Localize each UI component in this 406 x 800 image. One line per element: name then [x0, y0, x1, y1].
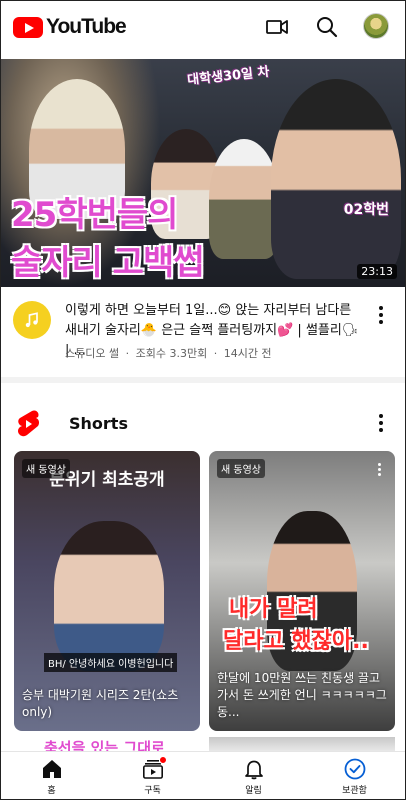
search-icon[interactable]	[315, 15, 339, 39]
notification-dot	[158, 756, 167, 764]
short-overlay-chip: BH/ 안녕하세요 이병헌입니다	[44, 653, 178, 672]
library-icon	[344, 758, 365, 780]
nav-home[interactable]: 홈	[1, 752, 102, 799]
bell-icon	[244, 760, 263, 780]
youtube-logo[interactable]: YouTube	[13, 15, 127, 39]
video-subtitle: 스튜디오 썰 · 조회수 3.3만회 · 14시간 전	[65, 347, 272, 360]
nav-notifications[interactable]: 알림	[203, 752, 304, 799]
video-details[interactable]: 이렇게 하면 오늘부터 1일...😊 앉는 자리부터 남다른 새내기 술자리🐣 …	[1, 297, 405, 367]
shorts-more-icon[interactable]	[371, 413, 391, 433]
shorts-title: Shorts	[69, 414, 128, 433]
new-video-badge: 새 동영상	[22, 459, 70, 478]
channel-name[interactable]: 스튜디오 썰	[65, 347, 119, 360]
section-divider	[1, 377, 405, 383]
thumbnail-person	[271, 79, 401, 279]
short-title: 한달에 10만원 쓰는 친동생 끌고 가서 돈 쓰게한 언니 ㅋㅋㅋㅋㅋ그동..…	[217, 671, 387, 719]
short-thumbnail-person	[54, 521, 164, 671]
channel-avatar[interactable]	[13, 301, 51, 339]
short-card[interactable]: 새 동영상 내가 말려 달라고 했잖아.. 한달에 10만원 쓰는 친동생 끌고…	[209, 451, 395, 731]
shorts-icon	[18, 410, 40, 437]
new-video-badge: 새 동영상	[217, 459, 265, 478]
video-duration: 23:13	[357, 264, 397, 279]
youtube-play-icon	[13, 16, 43, 38]
music-note-icon	[25, 312, 38, 328]
short-title: 승부 대박기원 시리즈 2탄(쇼츠only)	[22, 688, 179, 719]
thumbnail-tag: 대학생30일 차	[186, 64, 271, 89]
short-overlay-text: 달라고 했잖아..	[223, 629, 369, 654]
short-overlay-text: 내가 말려	[229, 597, 318, 622]
thumbnail-title-line2: 술자리 고백썹	[11, 243, 205, 283]
top-app-bar: YouTube	[1, 1, 405, 53]
video-thumbnail[interactable]: 대학생30일 차 25학번들의 술자리 고백썹 02학번 23:13	[1, 59, 405, 287]
nav-library[interactable]: 보관함	[304, 752, 405, 799]
short-more-icon[interactable]	[369, 459, 389, 479]
short-card[interactable]: 분위기 최초공개 새 동영상 BH/ 안녕하세요 이병헌입니다 승부 대박기원 …	[14, 451, 200, 731]
view-count: 조회수 3.3만회	[135, 347, 208, 360]
cast-icon[interactable]	[265, 15, 289, 39]
more-options-icon[interactable]	[371, 305, 391, 325]
thumbnail-label: 02학번	[343, 202, 389, 218]
upload-age: 14시간 전	[223, 347, 272, 360]
short-card-peek[interactable]	[209, 737, 395, 751]
thumbnail-person	[209, 139, 279, 259]
logo-text: YouTube	[46, 15, 127, 38]
shorts-shelf-header: Shorts	[1, 405, 405, 441]
nav-subscriptions[interactable]: 구독	[102, 752, 203, 799]
home-icon	[42, 760, 61, 778]
account-avatar[interactable]	[363, 13, 389, 39]
thumbnail-title-line1: 25학번들의	[11, 195, 178, 235]
bottom-navigation: 홈 구독 알림 보관함	[1, 751, 405, 799]
short-card-peek[interactable]: 축선을 있는 그대로	[14, 737, 200, 751]
